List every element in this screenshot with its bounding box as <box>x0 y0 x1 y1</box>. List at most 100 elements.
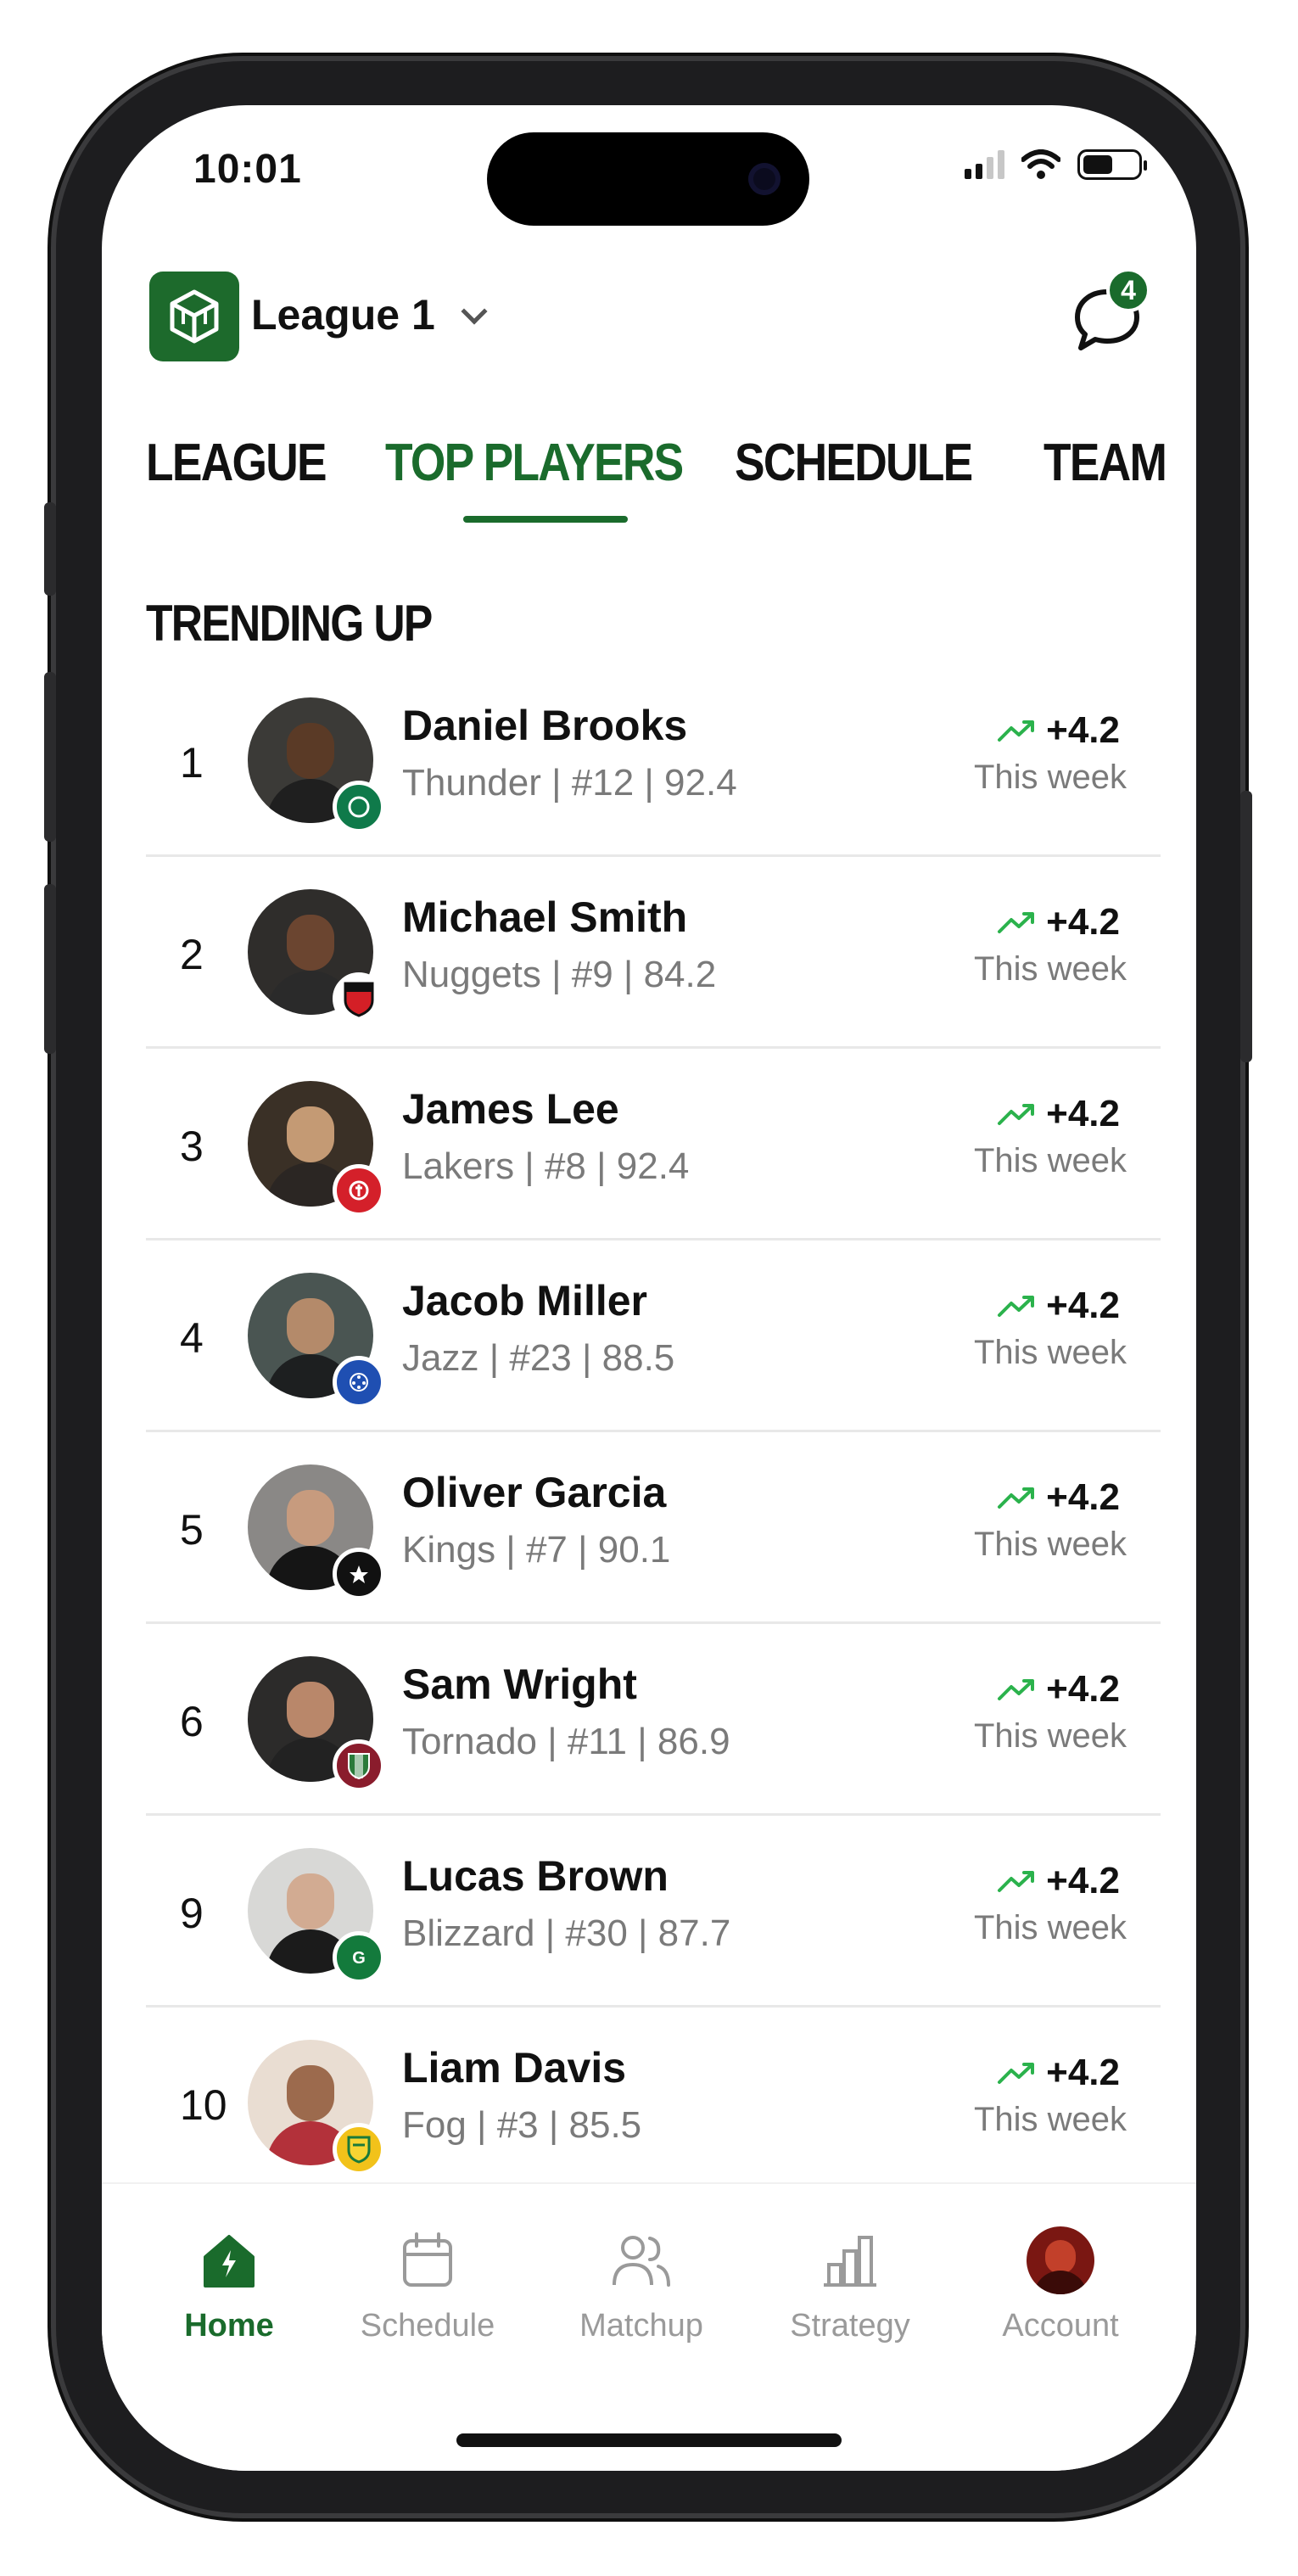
player-list: 1 Daniel Brooks Thunder | #12 | 92.4 +4.… <box>146 665 1161 2199</box>
player-meta: Blizzard | #30 | 87.7 <box>402 1912 731 1954</box>
trend-value: +4.2 <box>1046 709 1120 751</box>
nav-account[interactable]: Account <box>976 2225 1145 2344</box>
league-selector[interactable]: League 1 <box>251 290 435 339</box>
player-row[interactable]: 1 Daniel Brooks Thunder | #12 | 92.4 +4.… <box>146 665 1161 857</box>
trending-up-icon <box>998 1104 1035 1125</box>
trend-indicator: +4.2 <box>997 1285 1120 1327</box>
trend-indicator: +4.2 <box>997 1860 1120 1902</box>
calendar-icon <box>403 2232 452 2287</box>
player-row[interactable]: 3 James Lee Lakers | #8 | 92.4 +4.2 This… <box>146 1049 1161 1240</box>
trend-period: This week <box>973 2101 1127 2138</box>
player-meta: Kings | #7 | 90.1 <box>402 1529 671 1571</box>
team-badge-icon: G <box>333 1931 385 1984</box>
player-row[interactable]: 10 Liam Davis Fog | #3 | 85.5 +4.2 This … <box>146 2008 1161 2199</box>
player-name: Lucas Brown <box>402 1852 669 1900</box>
player-meta: Jazz | #23 | 88.5 <box>402 1337 675 1379</box>
trend-value: +4.2 <box>1046 1476 1120 1518</box>
player-rank: 3 <box>180 1123 204 1170</box>
nav-matchup[interactable]: Matchup <box>557 2225 726 2344</box>
home-icon <box>204 2235 255 2288</box>
trend-period: This week <box>973 950 1127 988</box>
team-badge-icon <box>333 1164 385 1217</box>
svg-text:G: G <box>352 1949 366 1968</box>
nav-label: Schedule <box>360 2308 495 2344</box>
trend-period: This week <box>973 1526 1127 1563</box>
player-row[interactable]: 2 Michael Smith Nuggets | #9 | 84.2 +4.2… <box>146 857 1161 1049</box>
trending-up-icon <box>998 1487 1035 1509</box>
team-badge-icon <box>333 781 385 833</box>
team-badge-icon <box>333 2123 385 2176</box>
app-header: League 1 4 <box>102 268 1196 365</box>
action-button <box>44 502 56 596</box>
trend-indicator: +4.2 <box>997 2052 1120 2094</box>
player-row[interactable]: 5 Oliver Garcia Kings | #7 | 90.1 +4.2 T… <box>146 1432 1161 1624</box>
player-rank: 1 <box>180 739 204 787</box>
nav-home[interactable]: Home <box>144 2225 314 2344</box>
signal-icon <box>965 150 1004 179</box>
nav-label: Strategy <box>790 2308 910 2344</box>
chevron-down-icon[interactable] <box>461 298 488 325</box>
player-name: Oliver Garcia <box>402 1469 667 1516</box>
player-name: Sam Wright <box>402 1660 637 1708</box>
trending-up-icon <box>998 912 1035 933</box>
trend-value: +4.2 <box>1046 2052 1120 2093</box>
bottom-nav: Home Schedule Matchup Strategy Account <box>102 2182 1196 2471</box>
power-button <box>1240 791 1252 1062</box>
trend-indicator: +4.2 <box>997 1476 1120 1519</box>
volume-up-button <box>44 672 56 842</box>
team-badge-icon <box>333 972 385 1025</box>
tab-league[interactable]: LEAGUE <box>146 433 327 493</box>
player-rank: 4 <box>180 1314 204 1362</box>
battery-icon <box>1077 149 1147 180</box>
nav-strategy[interactable]: Strategy <box>765 2225 935 2344</box>
player-rank: 10 <box>180 2081 227 2129</box>
users-icon <box>613 2236 670 2287</box>
player-name: Daniel Brooks <box>402 702 688 749</box>
trend-period: This week <box>973 1909 1127 1946</box>
tab-schedule[interactable]: SCHEDULE <box>735 433 973 493</box>
bar-chart-icon <box>824 2236 876 2287</box>
dynamic-island <box>487 132 809 226</box>
trend-period: This week <box>973 1334 1127 1371</box>
team-badge-icon <box>333 1356 385 1408</box>
trend-value: +4.2 <box>1046 1093 1120 1134</box>
tab-team[interactable]: TEAM <box>1043 433 1167 493</box>
tab-top-players[interactable]: TOP PLAYERS <box>385 433 684 493</box>
trend-indicator: +4.2 <box>997 1093 1120 1135</box>
player-meta: Tornado | #11 | 86.9 <box>402 1721 730 1762</box>
nav-schedule[interactable]: Schedule <box>343 2225 512 2344</box>
active-tab-indicator <box>463 516 628 523</box>
player-meta: Lakers | #8 | 92.4 <box>402 1145 690 1187</box>
nav-label: Home <box>184 2308 274 2344</box>
player-rank: 9 <box>180 1890 204 1937</box>
player-row[interactable]: 9 G Lucas Brown Blizzard | #30 | 87.7 +4… <box>146 1816 1161 2008</box>
wifi-icon <box>1021 149 1060 179</box>
trend-value: +4.2 <box>1046 1285 1120 1326</box>
tab-bar: LEAGUE TOP PLAYERS SCHEDULE TEAM <box>146 433 1196 526</box>
player-name: Jacob Miller <box>402 1277 647 1324</box>
trending-up-icon <box>998 720 1035 742</box>
trending-up-icon <box>998 1871 1035 1892</box>
player-meta: Nuggets | #9 | 84.2 <box>402 954 717 995</box>
home-indicator <box>456 2433 842 2447</box>
trend-period: This week <box>973 1717 1127 1755</box>
trend-indicator: +4.2 <box>997 709 1120 752</box>
player-name: James Lee <box>402 1085 619 1133</box>
account-avatar <box>1027 2226 1094 2294</box>
app-screen: 10:01 League 1 4 LEAGUE TOP PLAYERS SCHE… <box>102 105 1196 2471</box>
trend-period: This week <box>973 759 1127 796</box>
trend-period: This week <box>973 1142 1127 1179</box>
team-badge-icon <box>333 1548 385 1600</box>
volume-down-button <box>44 884 56 1054</box>
trend-value: +4.2 <box>1046 1668 1120 1710</box>
player-name: Michael Smith <box>402 893 688 941</box>
league-logo-icon[interactable] <box>149 272 239 361</box>
player-row[interactable]: 4 Jacob Miller Jazz | #23 | 88.5 +4.2 Th… <box>146 1240 1161 1432</box>
chat-button[interactable]: 4 <box>1069 268 1150 356</box>
nav-label: Matchup <box>579 2308 703 2344</box>
player-row[interactable]: 6 Sam Wright Tornado | #11 | 86.9 +4.2 T… <box>146 1624 1161 1816</box>
nav-label: Account <box>1002 2308 1119 2344</box>
trend-value: +4.2 <box>1046 901 1120 943</box>
status-icons <box>965 149 1147 180</box>
status-time: 10:01 <box>193 147 302 192</box>
